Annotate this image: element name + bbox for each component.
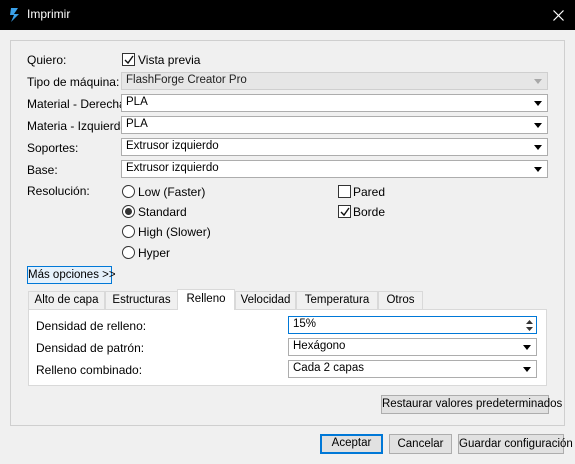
chevron-down-icon — [534, 79, 542, 84]
resolution-high-label: High (Slower) — [138, 225, 211, 239]
resolution-hyper-label: Hyper — [138, 246, 171, 260]
materia-izquierda-label: Materia - Izquierda: — [27, 119, 131, 133]
checkmark-icon — [340, 207, 350, 217]
material-derecha-value: PLA — [126, 96, 148, 108]
tab-temperatura[interactable]: Temperatura — [296, 291, 378, 309]
base-value: Extrusor izquierdo — [126, 162, 219, 174]
guardar-configuracion-button[interactable]: Guardar configuración — [458, 434, 573, 454]
densidad-relleno-value: 15% — [293, 318, 317, 330]
tipo-maquina-label: Tipo de máquina: — [27, 75, 120, 89]
pared-label: Pared — [353, 185, 386, 199]
material-derecha-select[interactable]: PLA — [121, 94, 548, 112]
relleno-combinado-value: Cada 2 capas — [293, 362, 364, 374]
densidad-patron-value: Hexágono — [293, 340, 346, 352]
resolution-high-radio[interactable] — [122, 225, 135, 238]
densidad-relleno-label: Densidad de relleno: — [36, 319, 147, 333]
resolution-low-radio[interactable] — [122, 185, 135, 198]
relleno-combinado-label: Relleno combinado: — [36, 363, 143, 377]
tab-relleno[interactable]: Relleno — [177, 289, 235, 310]
checkmark-icon — [124, 55, 134, 65]
materia-izquierda-value: PLA — [126, 118, 148, 130]
spin-up-icon[interactable] — [525, 319, 534, 325]
densidad-patron-label: Densidad de patrón: — [36, 341, 145, 355]
resolution-low-label: Low (Faster) — [138, 185, 206, 199]
base-select[interactable]: Extrusor izquierdo — [121, 160, 548, 178]
window-title: Imprimir — [27, 7, 71, 21]
resolucion-label: Resolución: — [27, 184, 90, 198]
cancelar-button[interactable]: Cancelar — [389, 434, 452, 454]
densidad-patron-select[interactable]: Hexágono — [288, 338, 537, 356]
material-derecha-label: Material - Derecha: — [27, 97, 130, 111]
chevron-down-icon — [534, 123, 542, 128]
close-icon — [553, 10, 564, 21]
restaurar-valores-button[interactable]: Restaurar valores predeterminados — [381, 395, 562, 414]
soportes-value: Extrusor izquierdo — [126, 140, 219, 152]
close-button[interactable] — [541, 0, 575, 30]
relleno-combinado-select[interactable]: Cada 2 capas — [288, 360, 537, 378]
borde-label: Borde — [353, 205, 386, 219]
tab-velocidad[interactable]: Velocidad — [235, 291, 296, 309]
tipo-maquina-value: FlashForge Creator Pro — [126, 74, 247, 86]
chevron-down-icon — [534, 167, 542, 172]
resolution-hyper-radio[interactable] — [122, 246, 135, 259]
base-label: Base: — [27, 163, 58, 177]
pared-checkbox[interactable] — [338, 185, 351, 198]
chevron-down-icon — [523, 367, 531, 372]
borde-checkbox[interactable] — [338, 205, 351, 218]
quiero-label: Quiero: — [27, 53, 67, 67]
app-logo-icon — [10, 8, 19, 22]
soportes-label: Soportes: — [27, 141, 79, 155]
tab-otros[interactable]: Otros — [378, 291, 423, 309]
vista-previa-checkbox[interactable] — [122, 53, 135, 66]
vista-previa-label: Vista previa — [138, 53, 201, 67]
tab-estructuras[interactable]: Estructuras — [105, 291, 178, 309]
radio-selected-dot — [125, 208, 132, 215]
aceptar-button[interactable]: Aceptar — [320, 434, 383, 454]
spin-down-icon[interactable] — [525, 326, 534, 332]
resolution-standard-label: Standard — [138, 205, 187, 219]
chevron-down-icon — [523, 345, 531, 350]
title-bar: Imprimir — [0, 0, 575, 30]
tab-alto-de-capa[interactable]: Alto de capa — [28, 291, 105, 309]
densidad-relleno-spinbox[interactable]: 15% — [288, 316, 537, 334]
mas-opciones-button[interactable]: Más opciones >> — [27, 266, 116, 284]
chevron-down-icon — [534, 101, 542, 106]
soportes-select[interactable]: Extrusor izquierdo — [121, 138, 548, 156]
tipo-maquina-select[interactable]: FlashForge Creator Pro — [121, 72, 548, 90]
chevron-down-icon — [534, 145, 542, 150]
materia-izquierda-select[interactable]: PLA — [121, 116, 548, 134]
resolution-standard-radio[interactable] — [122, 205, 135, 218]
